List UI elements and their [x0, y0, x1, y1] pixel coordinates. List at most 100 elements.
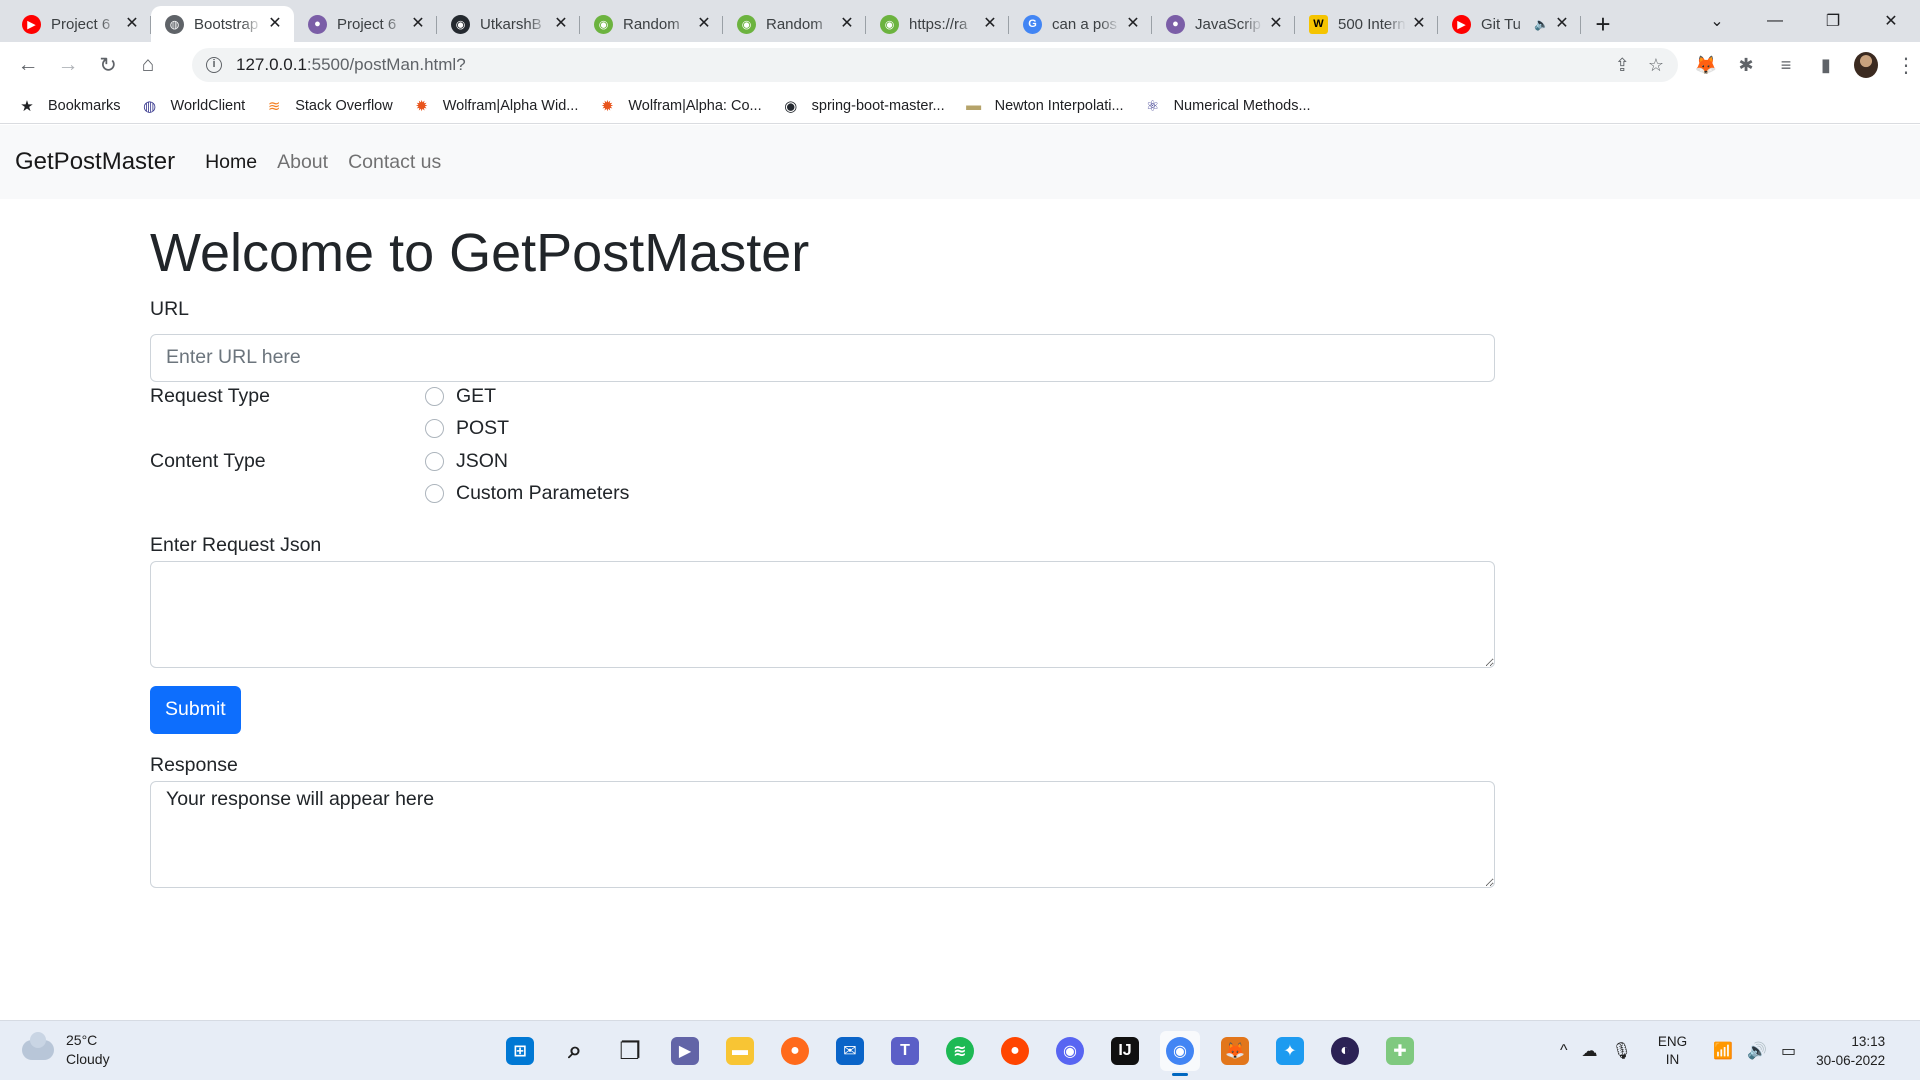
taskbar-app[interactable]: ✦: [1270, 1031, 1310, 1071]
taskbar-app[interactable]: T: [885, 1031, 925, 1071]
bookmark-item[interactable]: ◉ spring-boot-master...: [782, 97, 945, 115]
radio-custom-parameters[interactable]: Custom Parameters: [425, 482, 629, 505]
bookmark-item[interactable]: ≋ Stack Overflow: [265, 97, 393, 115]
browser-tab[interactable]: ◍ Bootstrap ✕: [151, 6, 294, 42]
bookmark-item[interactable]: ✹ Wolfram|Alpha Wid...: [413, 97, 578, 115]
bookmark-label: Wolfram|Alpha: Co...: [628, 97, 762, 114]
browser-tab[interactable]: ◉ UtkarshB ✕: [437, 6, 580, 42]
address-bar[interactable]: i 127.0.0.1:5500/postMan.html? ⇪ ☆: [192, 48, 1678, 82]
metamask-extension-icon[interactable]: 🦊: [1694, 53, 1718, 77]
taskbar-app[interactable]: ●: [775, 1031, 815, 1071]
language-indicator[interactable]: ENG IN: [1658, 1033, 1687, 1069]
response-textarea[interactable]: [150, 780, 1495, 888]
tab-close-icon[interactable]: ✕: [1124, 15, 1142, 33]
taskbar-app[interactable]: ⊞: [500, 1031, 540, 1071]
bookmark-label: Numerical Methods...: [1173, 97, 1311, 114]
taskbar-app[interactable]: ◉: [1160, 1031, 1200, 1076]
radio-circle[interactable]: [425, 386, 444, 406]
radio-circle[interactable]: [425, 419, 444, 439]
browser-tab[interactable]: W 500 Intern ✕: [1295, 6, 1438, 42]
bookmark-item[interactable]: ✹ Wolfram|Alpha: Co...: [598, 97, 762, 115]
browser-tab[interactable]: ◉ Random ✕: [723, 6, 866, 42]
nav-about-link[interactable]: About: [277, 151, 328, 174]
radio-get[interactable]: GET: [425, 385, 496, 408]
maximize-button[interactable]: ❐: [1804, 11, 1862, 31]
radio-post[interactable]: POST: [425, 417, 509, 440]
tab-close-icon[interactable]: ✕: [552, 15, 570, 33]
reload-button[interactable]: ↻: [88, 48, 128, 82]
tab-audio-icon[interactable]: 🔈: [1534, 17, 1549, 31]
browser-tab[interactable]: Gcan a pos ✕: [1009, 6, 1152, 42]
microphone-icon[interactable]: 🎙: [1612, 1041, 1632, 1061]
tab-close-icon[interactable]: ✕: [695, 15, 713, 33]
site-info-icon[interactable]: i: [206, 57, 222, 73]
show-hidden-icons-chevron-icon[interactable]: ^: [1560, 1042, 1568, 1060]
profile-avatar[interactable]: [1854, 52, 1878, 78]
url-input[interactable]: [150, 333, 1495, 382]
bookmark-item[interactable]: ▬ Newton Interpolati...: [965, 97, 1123, 115]
media-control-icon[interactable]: ≡: [1774, 53, 1798, 77]
back-button[interactable]: ←: [8, 48, 48, 82]
tab-close-icon[interactable]: ✕: [838, 15, 856, 33]
taskbar-app[interactable]: ≋: [940, 1031, 980, 1071]
tab-close-icon[interactable]: ✕: [981, 15, 999, 33]
forward-button[interactable]: →: [48, 48, 88, 82]
taskbar-app[interactable]: IJ: [1105, 1031, 1145, 1071]
weather-widget[interactable]: 25°C Cloudy: [22, 1031, 110, 1069]
weather-desc: Cloudy: [66, 1051, 110, 1067]
taskbar-app[interactable]: ▬: [720, 1031, 760, 1071]
navbar-brand[interactable]: GetPostMaster: [15, 148, 175, 176]
volume-icon[interactable]: 🔊: [1747, 1041, 1767, 1061]
battery-icon[interactable]: ▭: [1781, 1041, 1796, 1061]
bookmark-item[interactable]: ★ Bookmarks: [18, 97, 120, 115]
eclipse-icon: ◐: [1331, 1037, 1359, 1065]
bookmark-item[interactable]: ◍ WorldClient: [141, 97, 245, 115]
bookmark-star-icon[interactable]: ☆: [1648, 55, 1664, 76]
chrome-menu-icon[interactable]: ⋮: [1894, 53, 1918, 77]
radio-circle[interactable]: [425, 484, 444, 504]
browser-tab[interactable]: ● Project 6 ✕: [294, 6, 437, 42]
browser-tab[interactable]: ● JavaScrip ✕: [1152, 6, 1295, 42]
radio-json[interactable]: JSON: [425, 450, 508, 473]
radio-circle[interactable]: [425, 451, 444, 471]
request-json-textarea[interactable]: [150, 560, 1495, 668]
tab-close-icon[interactable]: ✕: [123, 15, 141, 33]
minimize-button[interactable]: —: [1746, 12, 1804, 30]
url-text[interactable]: 127.0.0.1:5500/postMan.html?: [236, 55, 1597, 75]
new-tab-button[interactable]: +: [1581, 6, 1625, 42]
close-window-button[interactable]: ✕: [1862, 11, 1920, 31]
wifi-icon[interactable]: 📶: [1713, 1041, 1733, 1061]
taskbar-app[interactable]: ●: [995, 1031, 1035, 1071]
tab-close-icon[interactable]: ✕: [1553, 15, 1571, 33]
home-button[interactable]: ⌂: [128, 48, 168, 82]
taskbar-app[interactable]: ▶: [665, 1031, 705, 1071]
browser-tab[interactable]: ▶ Project 6 ✕: [8, 6, 151, 42]
taskbar-app[interactable]: 🦊: [1215, 1031, 1255, 1071]
nav-contact-link[interactable]: Contact us: [348, 151, 441, 174]
browser-tab[interactable]: ◉ https://ra ✕: [866, 6, 1009, 42]
bookmark-item[interactable]: ⚛ Numerical Methods...: [1144, 97, 1311, 115]
browser-tab[interactable]: ◉ Random ✕: [580, 6, 723, 42]
browser-tab[interactable]: ▶ Git Tu 🔈 ✕: [1438, 6, 1581, 42]
tab-close-icon[interactable]: ✕: [1410, 15, 1428, 33]
url-label: URL: [150, 297, 190, 320]
tab-close-icon[interactable]: ✕: [409, 15, 427, 33]
taskbar-app[interactable]: ❐: [610, 1031, 650, 1071]
tab-close-icon[interactable]: ✕: [1267, 15, 1285, 33]
tab-close-icon[interactable]: ✕: [266, 15, 284, 33]
tab-search-button[interactable]: ⌄: [1688, 11, 1746, 31]
nav-home-link[interactable]: Home: [205, 151, 257, 174]
side-panel-icon[interactable]: ▮: [1814, 53, 1838, 77]
git-kraken-icon: ✚: [1386, 1037, 1414, 1065]
clock[interactable]: 13:13 30-06-2022: [1816, 1032, 1885, 1070]
share-icon[interactable]: ⇪: [1615, 55, 1630, 76]
taskbar-app[interactable]: ✚: [1380, 1031, 1420, 1071]
taskbar-app[interactable]: ⌕: [555, 1031, 595, 1071]
taskbar-app[interactable]: ◉: [1050, 1031, 1090, 1071]
submit-button[interactable]: Submit: [150, 685, 241, 734]
extensions-puzzle-icon[interactable]: ✱: [1734, 53, 1758, 77]
onedrive-icon[interactable]: ☁: [1582, 1041, 1598, 1061]
api-icon: ◉: [880, 14, 899, 34]
taskbar-app[interactable]: ◐: [1325, 1031, 1365, 1071]
taskbar-app[interactable]: ✉: [830, 1031, 870, 1071]
